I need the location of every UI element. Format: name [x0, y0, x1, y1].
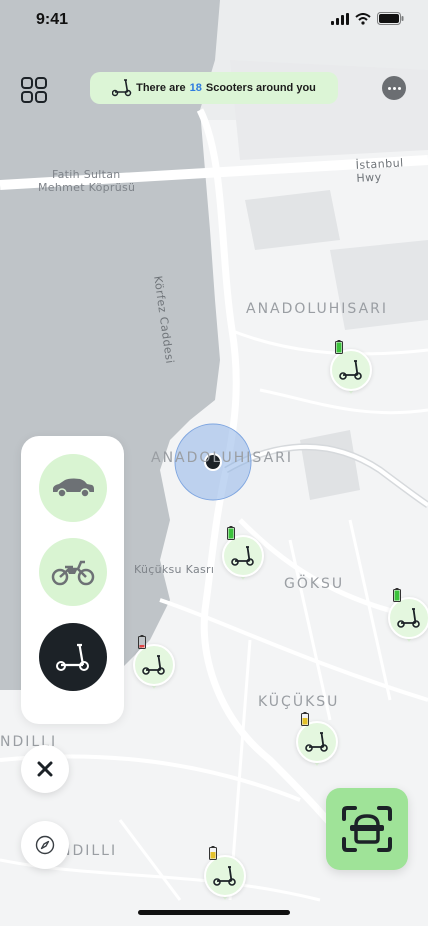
banner-suffix: Scooters around you [205, 82, 316, 94]
signal-icon [331, 12, 349, 25]
banner-prefix: There are [136, 82, 186, 94]
menu-grid-button[interactable] [20, 76, 48, 104]
scooter-count-banner: There are 18 Scooters around you [90, 72, 338, 104]
scan-qr-button[interactable] [326, 788, 408, 870]
app-screen: Fatih Sultan Mehmet Köprüsü İstanbul Hwy… [0, 0, 428, 926]
status-time: 9:41 [36, 11, 69, 28]
compass-icon [35, 835, 55, 855]
chat-dot [387, 86, 391, 90]
map-label-bridge-1: Fatih Sultan [52, 168, 121, 181]
close-icon [37, 761, 53, 777]
scooter-marker-6[interactable] [204, 846, 246, 901]
scooter-marker-3[interactable] [388, 588, 428, 643]
scooter-marker-4[interactable] [133, 635, 175, 690]
scooter-icon [142, 655, 165, 675]
chat-dot [397, 86, 401, 90]
chat-button[interactable] [382, 76, 406, 100]
scooter-icon [213, 866, 236, 886]
car-icon [53, 478, 94, 498]
scooter-marker-2[interactable] [222, 526, 264, 581]
scooter-icon [305, 732, 328, 752]
map-label-bridge-2: Mehmet Köprüsü [38, 181, 136, 194]
vehicle-scooter-button[interactable] [39, 623, 107, 691]
map-label-district-4: KÜÇÜKSU [258, 694, 340, 710]
battery-full-icon [227, 526, 235, 540]
grid-icon [21, 77, 47, 103]
motorcycle-icon [51, 560, 95, 586]
scooter-icon [112, 79, 132, 97]
scooter-marker-5[interactable] [296, 712, 338, 767]
banner-count: 18 [189, 82, 202, 94]
home-indicator [138, 910, 290, 915]
battery-full-icon [393, 588, 401, 602]
battery-full-icon [335, 340, 343, 354]
battery-medium-icon [301, 712, 309, 726]
map-label-place: Küçüksu Kasrı [134, 563, 215, 576]
wifi-icon [355, 12, 371, 25]
vehicle-car-button[interactable] [39, 454, 107, 522]
chat-dot [392, 86, 396, 90]
battery-low-icon [138, 635, 146, 649]
battery-icon [377, 12, 404, 25]
status-bar: 9:41 [0, 0, 428, 40]
map-label-highway: İstanbul Hwy [355, 156, 404, 185]
map-label-district-2: ANADOLUHISARI [151, 450, 294, 466]
scooter-icon [339, 360, 362, 380]
map-label-district-1: ANADOLUHISARI [246, 301, 389, 317]
close-button[interactable] [21, 745, 69, 793]
map-label-district-3: GÖKSU [284, 576, 345, 592]
scooter-icon [231, 546, 254, 566]
scooter-icon [56, 643, 89, 671]
scan-scooter-icon [342, 806, 392, 852]
scooter-marker-1[interactable] [330, 340, 372, 395]
vehicle-selector [21, 436, 124, 724]
battery-medium-icon [209, 846, 217, 860]
compass-button[interactable] [21, 821, 69, 869]
scooter-icon [397, 608, 420, 628]
vehicle-motorcycle-button[interactable] [39, 538, 107, 606]
